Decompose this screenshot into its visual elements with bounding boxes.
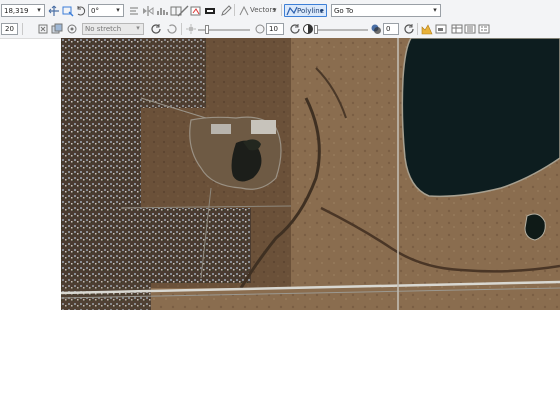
zoom-to-layer-icon[interactable]: [62, 5, 74, 17]
refresh-icon[interactable]: [289, 23, 301, 35]
layer-stack-icon[interactable]: [51, 23, 63, 35]
transparency-slider-track[interactable]: [314, 29, 368, 31]
mirror-icon[interactable]: [142, 5, 154, 17]
brightness-field[interactable]: 10: [266, 23, 284, 35]
chart-icon[interactable]: [421, 23, 433, 35]
brightness-slider-thumb[interactable]: [205, 25, 209, 34]
zoom-field[interactable]: 20: [1, 23, 18, 35]
goto-field[interactable]: Go To ▾: [331, 4, 441, 17]
flip-icon[interactable]: [128, 5, 140, 17]
refresh-icon[interactable]: [403, 23, 415, 35]
chevron-down-icon[interactable]: ▾: [114, 6, 122, 15]
list-icon[interactable]: [464, 23, 476, 35]
brightness-icon[interactable]: [185, 23, 197, 35]
table-icon[interactable]: [451, 23, 463, 35]
rotation-value: 0°: [91, 7, 99, 15]
chevron-down-icon[interactable]: ▾: [431, 6, 439, 15]
zoom-value: 20: [5, 25, 14, 33]
vectors-icon[interactable]: [238, 5, 250, 17]
chevron-down-icon[interactable]: ▾: [134, 24, 142, 33]
stretch-select[interactable]: No stretch ▾: [82, 23, 144, 35]
transparency-value: 0: [386, 25, 391, 33]
toolbar-separator: [181, 23, 182, 35]
measure-icon[interactable]: [177, 5, 189, 17]
annotation-icon[interactable]: [204, 5, 216, 17]
toolbar-separator: [234, 4, 235, 16]
histogram-icon[interactable]: [156, 5, 168, 17]
toolbar-separator: [281, 4, 282, 16]
reset-icon[interactable]: [166, 23, 178, 35]
transparency-slider-thumb[interactable]: [314, 25, 318, 34]
pixel-inspector-icon[interactable]: [190, 5, 202, 17]
toolbar-separator: [417, 23, 418, 35]
toolbar-separator: [22, 23, 23, 35]
polyline-icon: [286, 5, 298, 16]
contrast-icon[interactable]: [254, 23, 266, 35]
transparency-field[interactable]: 0: [383, 23, 399, 35]
view-settings-icon[interactable]: [66, 23, 78, 35]
display-toolbar: 20 No stretch ▾ 10 0: [0, 20, 560, 39]
transparency-icon[interactable]: [302, 23, 314, 35]
image-info-icon[interactable]: [435, 23, 447, 35]
chevron-down-icon[interactable]: ▾: [35, 6, 43, 15]
pan-icon[interactable]: [48, 5, 60, 17]
scale-value: 18,319: [4, 7, 29, 15]
refresh-icon[interactable]: [150, 23, 162, 35]
edit-pencil-icon[interactable]: [220, 5, 232, 17]
polyline-button[interactable]: Polyline ▾: [284, 4, 327, 17]
transparency-mode-icon[interactable]: [370, 23, 382, 35]
main-toolbar: 18,319 ▾ 0° ▾ Vectors ▾ Polyline ▾ Go To…: [0, 0, 560, 21]
scale-field[interactable]: 18,319 ▾: [1, 4, 45, 17]
chevron-down-icon: ▾: [320, 7, 324, 15]
brightness-value: 10: [269, 25, 278, 33]
fit-to-view-icon[interactable]: [37, 23, 49, 35]
chevron-down-icon[interactable]: ▾: [273, 5, 277, 15]
goto-label: Go To: [334, 7, 354, 15]
satellite-image[interactable]: [61, 38, 560, 310]
rotate-icon[interactable]: [75, 5, 87, 17]
properties-icon[interactable]: [478, 23, 490, 35]
rotation-field[interactable]: 0° ▾: [88, 4, 124, 17]
stretch-value: No stretch: [85, 25, 122, 33]
satellite-image-graphic: [61, 38, 560, 310]
